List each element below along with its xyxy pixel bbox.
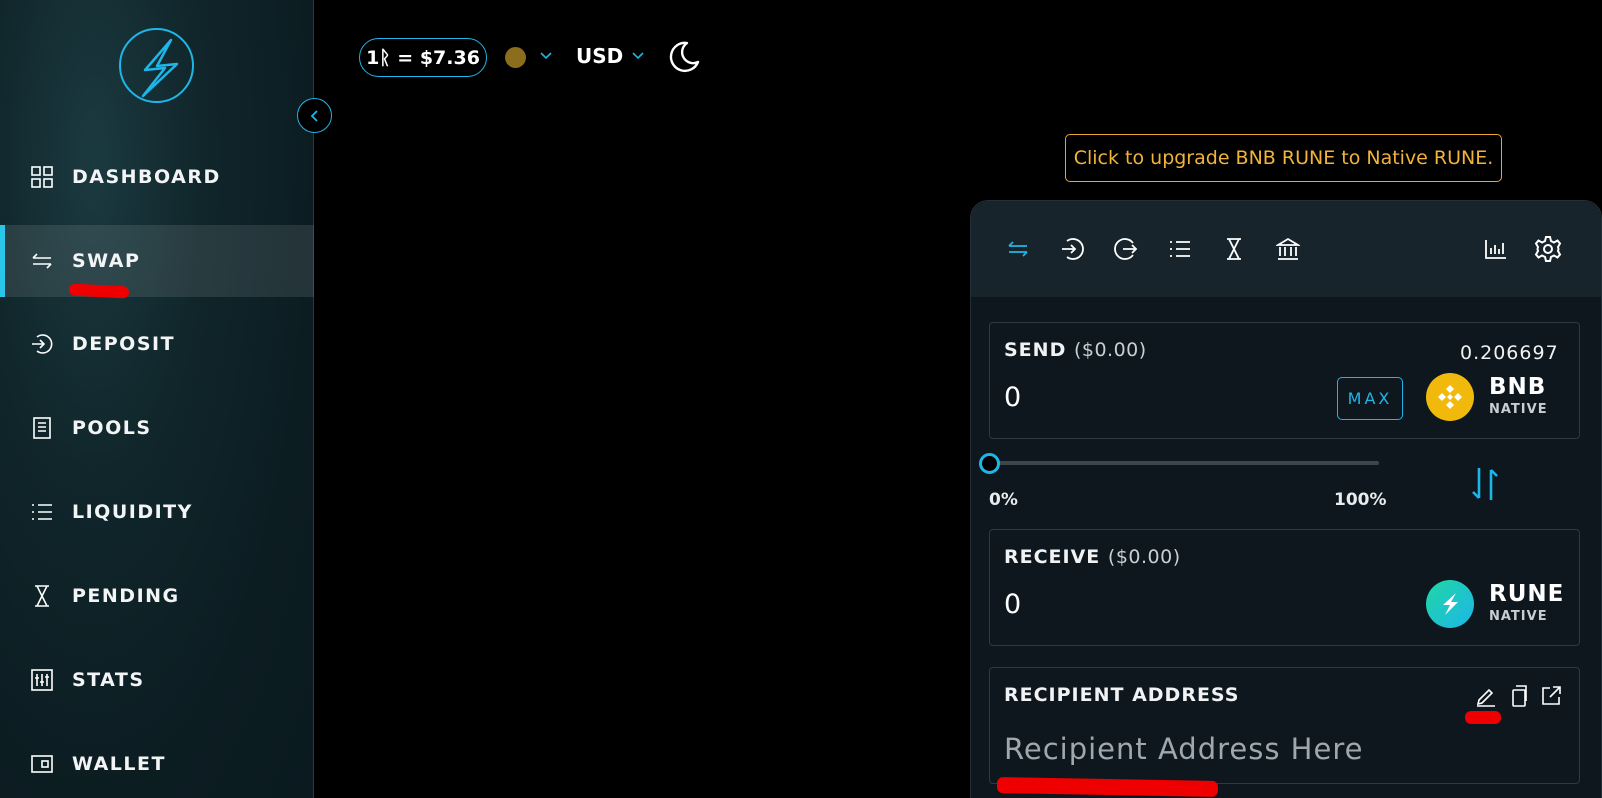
send-title: SEND ($0.00) [1004, 339, 1147, 361]
rune-icon[interactable] [1426, 580, 1474, 628]
amount-slider-thumb[interactable] [979, 453, 1000, 474]
sidebar-item-label: POOLS [72, 417, 152, 439]
sidebar-item-label: LIQUIDITY [72, 501, 193, 523]
list-icon[interactable] [1166, 235, 1194, 263]
settings-icon[interactable] [1534, 235, 1562, 263]
moon-icon[interactable] [667, 40, 701, 78]
sidebar-item-stats[interactable]: STATS [0, 644, 314, 716]
bank-icon[interactable] [1274, 235, 1302, 263]
receive-amount: 0 [1004, 589, 1022, 620]
sidebar-item-pools[interactable]: POOLS [0, 392, 314, 464]
deposit-icon[interactable] [1058, 235, 1086, 263]
sidebar-item-deposit[interactable]: DEPOSIT [0, 308, 314, 380]
chevron-down-icon[interactable] [631, 49, 645, 65]
send-label: SEND [1004, 339, 1067, 361]
hourglass-icon[interactable] [1220, 235, 1248, 263]
sidebar-collapse-button[interactable] [297, 98, 332, 133]
annotation-mark-edit [1465, 711, 1501, 724]
switch-direction-icon[interactable] [1468, 464, 1502, 508]
grid-icon [30, 165, 54, 189]
sidebar-item-liquidity[interactable]: LIQUIDITY [0, 476, 314, 548]
rune-price: 1ᚱ = $7.36 [366, 46, 480, 69]
recipient-address-input[interactable]: Recipient Address Here [1004, 732, 1363, 766]
send-amount-input[interactable]: 0 [1004, 382, 1021, 413]
bnb-icon[interactable] [1426, 373, 1474, 421]
send-asset-name[interactable]: BNB [1489, 374, 1546, 400]
network-status-dot[interactable] [505, 47, 526, 68]
list-icon [30, 500, 54, 524]
swap-card: SEND ($0.00) 0 MAX 0.206697 BNB NATIVE R… [970, 200, 1602, 798]
sidebar-item-label: WALLET [72, 753, 166, 775]
withdraw-icon[interactable] [1112, 235, 1140, 263]
amount-slider-track[interactable] [989, 461, 1379, 465]
sidebar-item-swap[interactable]: SWAP [0, 225, 314, 297]
external-link-icon[interactable] [1539, 684, 1563, 708]
receive-box: RECEIVE ($0.00) 0 RUNE NATIVE [989, 529, 1580, 646]
deposit-icon [30, 332, 54, 356]
swap-icon[interactable] [1004, 235, 1032, 263]
hourglass-icon [30, 584, 54, 608]
rune-price-badge[interactable]: 1ᚱ = $7.36 [359, 38, 487, 77]
send-box: SEND ($0.00) 0 MAX 0.206697 BNB NATIVE [989, 322, 1580, 439]
upgrade-banner-text: Click to upgrade BNB RUNE to Native RUNE… [1073, 147, 1494, 169]
swap-arrows-icon [30, 249, 54, 273]
sidebar-item-label: DEPOSIT [72, 333, 176, 355]
chart-icon[interactable] [1482, 235, 1510, 263]
copy-icon[interactable] [1506, 684, 1530, 708]
chevron-down-icon[interactable] [539, 49, 553, 65]
sidebar-item-label: STATS [72, 669, 145, 691]
receive-usd-value: ($0.00) [1107, 546, 1181, 568]
upgrade-rune-banner[interactable]: Click to upgrade BNB RUNE to Native RUNE… [1065, 134, 1502, 182]
sidebar-item-wallet[interactable]: WALLET [0, 728, 314, 798]
chevron-left-icon [310, 109, 318, 122]
sidebar: DASHBOARD SWAP DEPOSIT POOLS LIQUIDITY P… [0, 0, 314, 798]
receive-title: RECEIVE ($0.00) [1004, 546, 1181, 568]
sidebar-item-label: DASHBOARD [72, 166, 221, 188]
sidebar-item-label: SWAP [72, 250, 141, 272]
thorchain-logo[interactable] [119, 28, 194, 103]
edit-icon[interactable] [1474, 684, 1498, 708]
slider-min-label: 0% [989, 490, 1018, 510]
wallet-icon [30, 752, 54, 776]
sidebar-item-label: PENDING [72, 585, 180, 607]
recipient-box: RECIPIENT ADDRESS Recipient Address Here [989, 667, 1580, 784]
receive-label: RECEIVE [1004, 546, 1101, 568]
receive-asset-chain: NATIVE [1489, 609, 1548, 624]
max-button[interactable]: MAX [1337, 377, 1403, 420]
currency-selector[interactable]: USD [576, 44, 623, 68]
max-label: MAX [1347, 389, 1393, 408]
sidebar-item-dashboard[interactable]: DASHBOARD [0, 141, 314, 213]
pools-icon [30, 416, 54, 440]
slider-max-label: 100% [1334, 490, 1387, 510]
swap-card-tabs [971, 201, 1601, 297]
sidebar-item-pending[interactable]: PENDING [0, 560, 314, 632]
send-usd-value: ($0.00) [1073, 339, 1147, 361]
send-asset-chain: NATIVE [1489, 402, 1548, 417]
send-balance: 0.206697 [1460, 342, 1559, 364]
recipient-title: RECIPIENT ADDRESS [1004, 684, 1240, 706]
receive-asset-name[interactable]: RUNE [1489, 581, 1564, 607]
stats-icon [30, 668, 54, 692]
